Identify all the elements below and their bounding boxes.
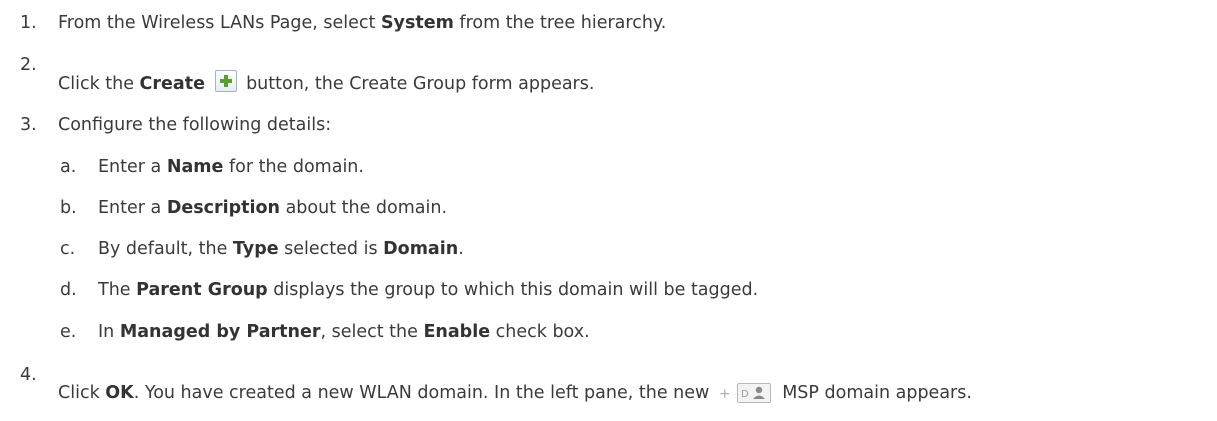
substep-e-letter: e. bbox=[60, 322, 77, 342]
substep-c-bold2: Domain bbox=[383, 239, 459, 259]
msp-domain-icon: + D bbox=[719, 382, 771, 408]
substep-d-post: displays the group to which this domain … bbox=[267, 280, 759, 300]
substep-e-mid: , select the bbox=[320, 322, 424, 342]
substep-e-bold2: Enable bbox=[423, 322, 491, 342]
substep-a-text: Enter a Name for the domain. bbox=[98, 155, 364, 179]
step-1-bold: System bbox=[380, 13, 454, 33]
substep-b-text: Enter a Description about the domain. bbox=[98, 196, 447, 220]
substep-c-letter: c. bbox=[60, 239, 76, 259]
step-4-post: MSP domain appears. bbox=[776, 383, 972, 403]
substep-b-letter: b. bbox=[60, 198, 77, 218]
step-4-mid: . You have created a new WLAN domain. In… bbox=[133, 383, 715, 403]
substep-b-pre: Enter a bbox=[98, 198, 167, 218]
expand-plus-icon: + bbox=[718, 386, 731, 402]
substep-b-bold: Description bbox=[166, 198, 281, 218]
step-3-number: 3. bbox=[20, 115, 37, 135]
substep-a-pre: Enter a bbox=[98, 157, 167, 177]
step-2-post: button, the Create Group form appears. bbox=[240, 74, 595, 94]
substep-d-text: The Parent Group displays the group to w… bbox=[98, 278, 758, 302]
step-3-text: Configure the following details: bbox=[58, 115, 332, 135]
substep-c-text: By default, the Type selected is Domain. bbox=[98, 237, 464, 261]
step-1-pre: From the Wireless LANs Page, select bbox=[58, 13, 381, 33]
step-2-text: Click the Create button, the Create Grou… bbox=[58, 70, 594, 96]
step-1-post: from the tree hierarchy. bbox=[453, 13, 667, 33]
step-1-number: 1. bbox=[20, 13, 37, 33]
create-plus-icon bbox=[214, 70, 237, 92]
step-4-text: Click OK. You have created a new WLAN do… bbox=[58, 381, 972, 408]
substep-c-mid: selected is bbox=[278, 239, 384, 259]
substep-d-bold: Parent Group bbox=[136, 280, 268, 300]
step-4-bold: OK bbox=[105, 383, 134, 403]
step-4-pre: Click bbox=[58, 383, 106, 403]
substep-d-letter: d. bbox=[60, 280, 77, 300]
substep-a-post: for the domain. bbox=[223, 157, 364, 177]
substep-b-post: about the domain. bbox=[280, 198, 448, 218]
substep-a-letter: a. bbox=[60, 157, 77, 177]
substep-e-text: In Managed by Partner, select the Enable… bbox=[98, 320, 590, 344]
substep-e-bold: Managed by Partner bbox=[119, 322, 321, 342]
substep-d-pre: The bbox=[98, 280, 137, 300]
step-2-bold: Create bbox=[139, 74, 205, 94]
substep-c-post: . bbox=[458, 239, 464, 259]
svg-text:D: D bbox=[741, 389, 749, 400]
step-2-number: 2. bbox=[20, 55, 37, 75]
step-1-text: From the Wireless LANs Page, select Syst… bbox=[58, 11, 666, 35]
domain-user-icon: D bbox=[736, 383, 771, 403]
substep-c-pre: By default, the bbox=[98, 239, 233, 259]
substep-c-bold: Type bbox=[232, 239, 279, 259]
step-2-pre: Click the bbox=[58, 74, 140, 94]
substep-a-bold: Name bbox=[166, 157, 224, 177]
substep-e-pre: In bbox=[98, 322, 120, 342]
substep-e-post: check box. bbox=[490, 322, 590, 342]
step-4-number: 4. bbox=[20, 365, 37, 385]
